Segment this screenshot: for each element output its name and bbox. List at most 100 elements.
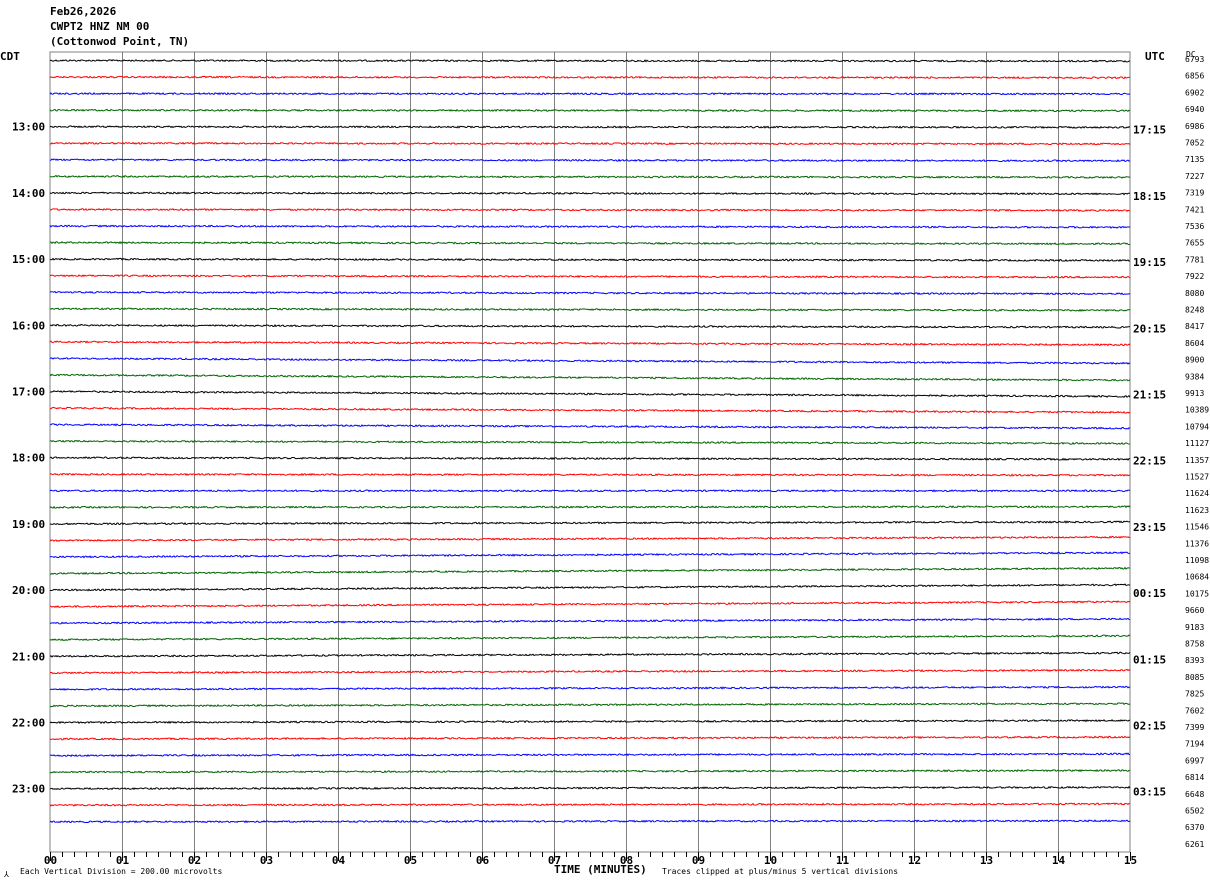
dc-value: 11527 — [1185, 473, 1209, 482]
trace-row-33 — [49, 600, 1131, 608]
dc-value: 11624 — [1185, 489, 1209, 498]
dc-value: 6940 — [1185, 105, 1204, 114]
utc-hour-label: 02:15 — [1133, 720, 1166, 733]
trace-row-41 — [49, 735, 1131, 741]
dc-value: 6986 — [1185, 122, 1204, 131]
dc-value: 6502 — [1185, 807, 1204, 816]
dc-value: 9660 — [1185, 606, 1204, 615]
dc-value: 7194 — [1185, 740, 1204, 749]
trace-row-31 — [49, 566, 1131, 575]
x-tick-label: 10 — [764, 854, 777, 867]
utc-hour-label: 00:15 — [1133, 587, 1166, 600]
trace-row-13 — [49, 274, 1131, 279]
x-tick-label: 14 — [1052, 854, 1066, 867]
utc-hour-label: 01:15 — [1133, 653, 1166, 666]
utc-hour-label: 19:15 — [1133, 256, 1166, 269]
dc-value: 10175 — [1185, 589, 1209, 598]
utc-hour-label: 03:15 — [1133, 786, 1166, 799]
cdt-hour-label: 17:00 — [12, 386, 45, 399]
trace-row-18 — [49, 357, 1131, 365]
dc-value: 7227 — [1185, 172, 1204, 181]
trace-row-5 — [49, 141, 1131, 146]
dc-value: 10794 — [1185, 422, 1209, 431]
trace-row-4 — [49, 125, 1131, 129]
x-tick-label: 00 — [44, 854, 57, 867]
dc-value: 8393 — [1185, 656, 1204, 665]
cdt-hour-label: 18:00 — [12, 452, 45, 465]
dc-value: 8248 — [1185, 306, 1204, 315]
trace-row-38 — [49, 685, 1131, 691]
trace-row-17 — [49, 340, 1131, 347]
dc-value: 11098 — [1185, 556, 1209, 565]
x-tick-label: 05 — [404, 854, 417, 867]
x-tick-label: 09 — [692, 854, 705, 867]
cdt-hour-label: 13:00 — [12, 121, 45, 134]
dc-value: 7399 — [1185, 723, 1204, 732]
trace-row-34 — [49, 617, 1131, 625]
dc-value: 9913 — [1185, 389, 1204, 398]
dc-value: 8085 — [1185, 673, 1204, 682]
dc-value: 11127 — [1185, 439, 1209, 448]
dc-value: 6370 — [1185, 823, 1204, 832]
cdt-hour-label: 16:00 — [12, 319, 45, 332]
dc-value: 11376 — [1185, 539, 1209, 548]
x-tick-label: 11 — [836, 854, 850, 867]
trace-row-11 — [49, 240, 1131, 246]
cdt-hour-label: 19:00 — [12, 518, 45, 531]
trace-row-20 — [49, 390, 1131, 398]
trace-row-15 — [49, 307, 1131, 312]
trace-row-32 — [49, 583, 1131, 592]
trace-row-0 — [49, 59, 1131, 63]
utc-hour-label: 17:15 — [1133, 124, 1166, 137]
trace-row-1 — [49, 75, 1131, 80]
x-tick-label: 12 — [908, 854, 921, 867]
trace-row-2 — [49, 92, 1131, 96]
trace-row-36 — [49, 651, 1131, 658]
utc-hour-label: 20:15 — [1133, 322, 1166, 335]
trace-row-14 — [49, 290, 1131, 296]
dc-value: 7781 — [1185, 255, 1204, 264]
trace-row-37 — [49, 668, 1131, 675]
dc-value: 9183 — [1185, 623, 1204, 632]
trace-row-43 — [49, 768, 1131, 774]
trace-row-46 — [49, 819, 1131, 824]
dc-value: 11546 — [1185, 523, 1209, 532]
trace-row-42 — [49, 752, 1131, 758]
x-tick-label: 02 — [188, 854, 201, 867]
trace-row-25 — [49, 472, 1131, 477]
trace-row-40 — [49, 718, 1131, 724]
scale-note: Each Vertical Division = 200.00 microvol… — [20, 867, 223, 876]
x-axis-title: TIME (MINUTES) — [554, 863, 647, 876]
trace-row-27 — [49, 505, 1131, 509]
x-tick-label: 01 — [116, 854, 130, 867]
utc-hour-label: 23:15 — [1133, 521, 1166, 534]
cdt-hour-label: 23:00 — [12, 783, 45, 796]
trace-row-6 — [49, 158, 1131, 163]
dc-value: 7319 — [1185, 189, 1204, 198]
dc-value: 8900 — [1185, 356, 1204, 365]
trace-row-22 — [49, 423, 1131, 430]
dc-value: 6856 — [1185, 72, 1204, 81]
trace-row-24 — [49, 456, 1131, 461]
trace-row-3 — [49, 108, 1131, 113]
trace-row-16 — [49, 324, 1131, 329]
x-tick-label: 06 — [476, 854, 490, 867]
utc-hour-label: 18:15 — [1133, 190, 1166, 203]
clip-note: Traces clipped at plus/minus 5 vertical … — [662, 867, 899, 876]
dc-value: 7135 — [1185, 155, 1204, 164]
dc-value: 6902 — [1185, 88, 1204, 97]
dc-value: 8604 — [1185, 339, 1204, 348]
cdt-hour-label: 22:00 — [12, 717, 45, 730]
trace-row-30 — [49, 551, 1131, 559]
dc-value: 8758 — [1185, 640, 1204, 649]
plot-frame — [49, 51, 1131, 853]
trace-row-23 — [49, 439, 1131, 445]
trace-row-21 — [49, 406, 1131, 414]
corner-mark-icon: ⅄ — [4, 870, 9, 879]
utc-hour-label: 21:15 — [1133, 389, 1166, 402]
dc-value: 6814 — [1185, 773, 1204, 782]
dc-value: 7052 — [1185, 139, 1204, 148]
trace-row-8 — [49, 191, 1130, 196]
dc-value: 8417 — [1185, 322, 1204, 331]
dc-value: 7421 — [1185, 205, 1204, 214]
